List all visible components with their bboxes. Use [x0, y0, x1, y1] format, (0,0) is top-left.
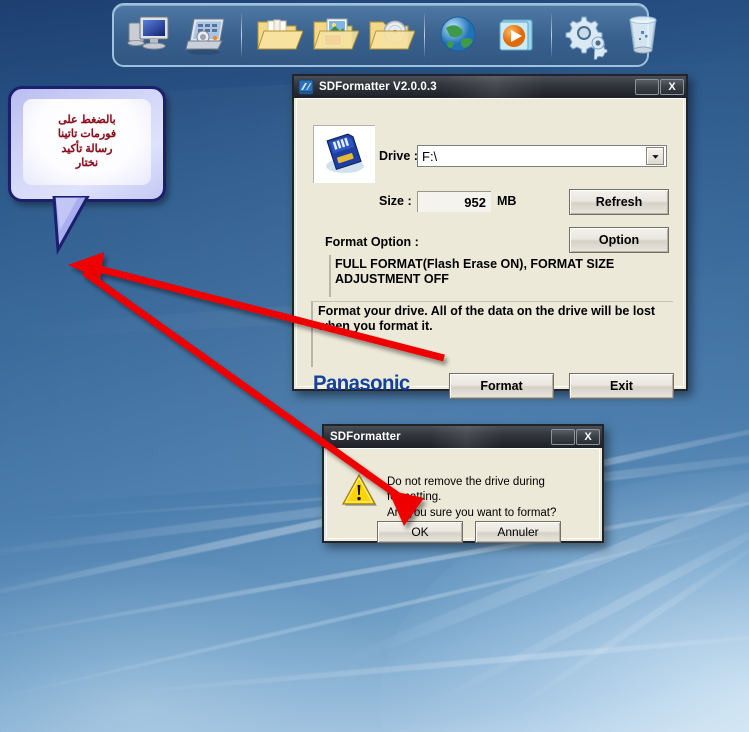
wallpaper-glow-2 [0, 560, 400, 732]
pictures-folder-icon[interactable] [307, 9, 359, 61]
callout-text-area: بالضغط على فورمات تاتينا رسالة تأكيد نخت… [23, 99, 151, 185]
internet-globe-icon[interactable] [434, 9, 486, 61]
confirm-window-controls: X [551, 429, 600, 445]
size-value-field: 952 [417, 191, 491, 212]
cancel-button[interactable]: Annuler [475, 521, 561, 543]
desktop-dock [112, 3, 657, 67]
sdformatter-app-icon [298, 79, 314, 95]
dock-group-folders [249, 9, 417, 61]
minimize-button[interactable] [551, 429, 575, 445]
confirm-message-line-2: Are you sure you want to format? [387, 506, 557, 519]
format-option-value: FULL FORMAT(Flash Erase ON), FORMAT SIZE… [329, 255, 669, 297]
dock-group-system [122, 9, 234, 61]
callout-line-1: بالضغط على [58, 113, 116, 126]
close-button[interactable]: X [576, 429, 600, 445]
chevron-down-icon[interactable] [646, 147, 664, 165]
description-text: Format your drive. All of the data on th… [311, 301, 673, 367]
dock-separator [424, 13, 425, 57]
dock-separator [241, 13, 242, 57]
confirm-message: Do not remove the drive during formattin… [387, 475, 597, 521]
settings-gears-icon[interactable] [561, 9, 613, 61]
callout-line-3: رسالة تأكيد [61, 142, 113, 155]
recycle-bin-icon[interactable] [617, 9, 669, 61]
callout-tail [52, 196, 90, 256]
documents-folder-icon[interactable] [251, 9, 303, 61]
music-folder-icon[interactable] [363, 9, 415, 61]
confirm-titlebar[interactable]: SDFormatter X [324, 426, 602, 448]
sdformatter-title: SDFormatter V2.0.0.3 [319, 81, 437, 93]
sd-card-icon [313, 125, 375, 183]
panasonic-logo: Panasonic [313, 372, 410, 395]
minimize-button[interactable] [635, 79, 659, 95]
dock-separator [551, 13, 552, 57]
ok-button[interactable]: OK [377, 521, 463, 543]
size-label: Size : [379, 194, 412, 208]
confirm-body: Do not remove the drive during formattin… [326, 448, 600, 543]
control-panel-icon[interactable] [180, 9, 232, 61]
annotation-callout-bubble: بالضغط على فورمات تاتينا رسالة تأكيد نخت… [8, 86, 166, 202]
my-computer-icon[interactable] [124, 9, 176, 61]
sdformatter-window-controls: X [635, 79, 684, 95]
size-value: 952 [464, 194, 486, 210]
confirm-dialog: SDFormatter X Do not remove the drive du… [322, 424, 604, 543]
drive-value: F:\ [422, 148, 438, 164]
format-option-label: Format Option : [325, 235, 419, 249]
sdformatter-window: SDFormatter V2.0.0.3 X Drive: F:\ Size … [292, 74, 688, 399]
confirm-title: SDFormatter [330, 431, 401, 443]
media-player-icon[interactable] [490, 9, 542, 61]
size-unit: MB [497, 194, 517, 208]
confirm-message-line-1: Do not remove the drive during formattin… [387, 476, 545, 504]
warning-triangle-icon [341, 473, 377, 506]
sdformatter-body: Drive : F:\ Size : 952 MB Refresh Format… [296, 98, 684, 399]
format-button[interactable]: Format [449, 373, 554, 399]
callout-line-2: فورمات تاتينا [57, 128, 117, 141]
callout-line-4: نختار [75, 156, 99, 169]
exit-button[interactable]: Exit [569, 373, 674, 399]
sdformatter-titlebar[interactable]: SDFormatter V2.0.0.3 X [294, 76, 686, 98]
dock-group-media [432, 9, 544, 61]
option-button[interactable]: Option [569, 227, 669, 253]
drive-label: Drive : [379, 149, 418, 163]
drive-select[interactable]: F:\ [417, 145, 667, 167]
refresh-button[interactable]: Refresh [569, 189, 669, 215]
close-button[interactable]: X [660, 79, 684, 95]
dock-group-tools [559, 9, 671, 61]
